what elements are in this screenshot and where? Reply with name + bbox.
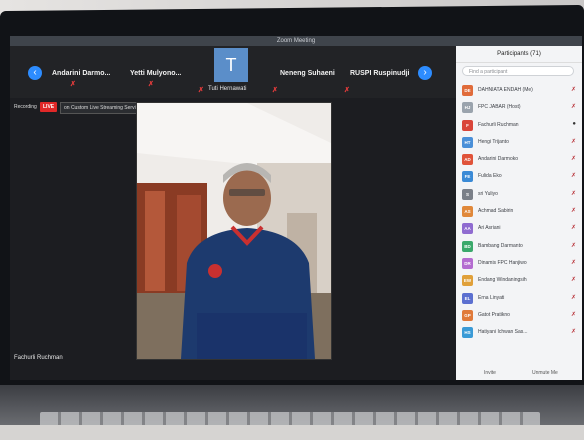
participant-row[interactable]: FE Fulida Eko ✗ <box>456 168 582 185</box>
participant-list: DE DAHNIATA ENDAH (Me) ✗ HJ FPC JABAR (Host… <box>456 82 582 341</box>
participant-row[interactable]: EW Endang Windaningsih ✗ <box>456 272 582 289</box>
participant-name: Fulida Eko <box>478 173 502 180</box>
muted-mic-icon: ✗ <box>570 277 576 284</box>
participant-name: FPC JABAR (Host) <box>478 104 521 111</box>
window-title: Zoom Meeting <box>10 36 582 46</box>
avatar: EW <box>462 275 473 287</box>
muted-mic-icon: ✗ <box>570 208 576 215</box>
avatar: EL <box>462 292 473 304</box>
muted-mic-icon: ✗ <box>344 87 350 94</box>
participant-row[interactable]: DE DAHNIATA ENDAH (Me) ✗ <box>456 82 582 99</box>
participant-search-input[interactable]: Find a participant <box>462 66 574 76</box>
participant-name: Fachurli Ruchman <box>478 121 519 128</box>
avatar: GP <box>462 309 473 321</box>
participant-row[interactable]: AA Ari Asriani ✗ <box>456 220 582 237</box>
muted-mic-icon: ✗ <box>570 329 576 336</box>
participant-name: Ari Asriani <box>478 225 501 232</box>
tile-name: RUSPI Ruspinudji <box>350 70 410 77</box>
muted-mic-icon: ✗ <box>272 87 278 94</box>
avatar: AA <box>462 223 473 235</box>
meeting-main-area: ‹ Andarini Darmo... ✗ Yetti Mulyono... ✗… <box>10 46 456 380</box>
avatar: FE <box>462 171 473 183</box>
muted-mic-icon: ✗ <box>570 156 576 163</box>
muted-mic-icon: ✗ <box>570 294 576 301</box>
participant-name: Endang Windaningsih <box>478 277 527 284</box>
live-badge: LIVE <box>40 102 58 112</box>
participant-name: DAHNIATA ENDAH (Me) <box>478 87 533 93</box>
participant-name: Bambang Darmanto <box>478 242 523 249</box>
avatar: DE <box>462 85 473 96</box>
participant-row[interactable]: HT Hengi Trijanto ✗ <box>456 134 582 151</box>
muted-mic-icon: ✗ <box>198 87 204 94</box>
mic-icon: ● <box>572 120 576 127</box>
participants-footer: Invite Unmute Me <box>456 366 582 380</box>
participant-name: sri Yuliyo <box>478 190 498 197</box>
participants-title: Participants (71) <box>456 46 582 63</box>
gallery-next-button[interactable]: › <box>418 66 432 80</box>
unmute-me-button[interactable]: Unmute Me <box>532 366 558 380</box>
participant-row[interactable]: HS Hatiyani Ichwan Sas... ✗ <box>456 324 582 341</box>
gallery-strip: ‹ Andarini Darmo... ✗ Yetti Mulyono... ✗… <box>10 46 456 98</box>
muted-mic-icon: ✗ <box>570 104 576 111</box>
muted-mic-icon: ✗ <box>570 311 576 318</box>
avatar: BD <box>462 240 473 252</box>
avatar: T <box>214 48 248 82</box>
avatar: S <box>462 188 473 200</box>
stream-dropdown[interactable]: on Custom Live Streaming Service <box>60 102 145 114</box>
speaker-video-frame <box>137 103 331 359</box>
muted-mic-icon: ✗ <box>70 81 76 88</box>
participant-row[interactable]: DR Dinamis FPC Hanjiwo ✗ <box>456 255 582 272</box>
avatar-name: Tuti Hernawati <box>208 86 247 92</box>
participant-row[interactable]: EL Erna Linyati ✗ <box>456 290 582 307</box>
participant-row[interactable]: HJ FPC JABAR (Host) ✗ <box>456 99 582 116</box>
participant-name: Dinamis FPC Hanjiwo <box>478 259 527 266</box>
tile-name: Andarini Darmo... <box>52 70 111 77</box>
muted-mic-icon: ✗ <box>570 87 576 93</box>
avatar: F <box>462 119 473 131</box>
avatar: DR <box>462 257 473 269</box>
speaker-name-label: Fachurli Ruchman <box>14 355 63 361</box>
muted-mic-icon: ✗ <box>570 190 576 197</box>
zoom-screen: Zoom Meeting ‹ Andarini Darmo... ✗ Yetti… <box>10 36 582 380</box>
tile-name: Neneng Suhaeni <box>280 70 335 77</box>
participant-row[interactable]: F Fachurli Ruchman ● <box>456 117 582 134</box>
muted-mic-icon: ✗ <box>148 81 154 88</box>
invite-button[interactable]: Invite <box>484 366 496 380</box>
participant-row[interactable]: AD Andarini Darmoko ✗ <box>456 151 582 168</box>
recording-indicator: Recording <box>14 104 37 110</box>
gallery-prev-button[interactable]: ‹ <box>28 66 42 80</box>
participant-row[interactable]: BD Bambang Darmanto ✗ <box>456 238 582 255</box>
avatar: AD <box>462 154 473 166</box>
participant-row[interactable]: AS Achmad Sabirin ✗ <box>456 203 582 220</box>
table-surface <box>0 425 584 440</box>
muted-mic-icon: ✗ <box>570 242 576 249</box>
tile-name: Yetti Mulyono... <box>130 70 182 77</box>
participant-row[interactable]: Ssri Yuliyo ✗ <box>456 186 582 203</box>
muted-mic-icon: ✗ <box>570 173 576 180</box>
participant-name: Hatiyani Ichwan Sas... <box>478 329 528 336</box>
participant-name: Achmad Sabirin <box>478 208 514 215</box>
avatar: HT <box>462 136 473 148</box>
muted-mic-icon: ✗ <box>570 225 576 232</box>
participant-row[interactable]: GP Gatot Pratikno ✗ <box>456 307 582 324</box>
avatar: HJ <box>462 102 473 114</box>
avatar: HS <box>462 327 473 339</box>
muted-mic-icon: ✗ <box>570 138 576 145</box>
participant-name: Erna Linyati <box>478 294 505 301</box>
participant-name: Gatot Pratikno <box>478 311 510 318</box>
avatar: AS <box>462 206 473 218</box>
participant-name: Andarini Darmoko <box>478 156 519 163</box>
participant-name: Hengi Trijanto <box>478 138 509 145</box>
speaker-video <box>136 102 332 360</box>
participants-panel: Participants (71) Find a participant DE D… <box>456 46 582 380</box>
muted-mic-icon: ✗ <box>570 259 576 266</box>
